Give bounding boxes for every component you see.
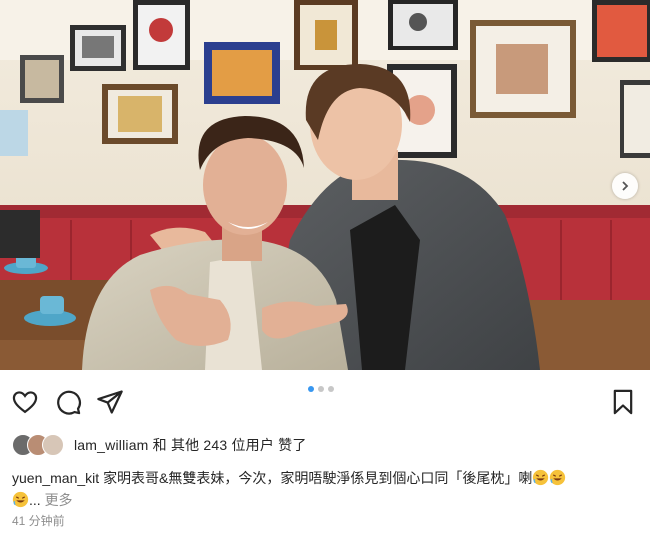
comment-icon[interactable] (54, 388, 82, 416)
rolling-laughing-emoji-icon (550, 469, 566, 486)
rolling-laughing-emoji-icon (12, 491, 29, 508)
likes-suffix: 赞了 (278, 437, 307, 453)
carousel-next-button[interactable] (612, 173, 638, 199)
chevron-right-icon (622, 181, 629, 191)
caption-username[interactable]: yuen_man_kit (12, 470, 99, 486)
likes-connector: 和 (152, 437, 167, 453)
caption-more-link[interactable]: 更多 (45, 492, 73, 508)
carousel-dot-active (308, 386, 314, 392)
likes-summary: lam_william 和 其他 243 位用户 赞了 (12, 433, 307, 457)
carousel-dot (318, 386, 324, 392)
likes-others-link[interactable]: 其他 243 位用户 (171, 437, 274, 453)
carousel-dot (328, 386, 334, 392)
carousel-indicator (308, 386, 334, 392)
caption-ellipsis: ... (29, 492, 41, 508)
heart-icon[interactable] (11, 388, 39, 416)
send-icon[interactable] (96, 388, 124, 416)
post-photo[interactable] (0, 0, 650, 370)
rolling-laughing-emoji-icon (533, 469, 549, 486)
post-timestamp[interactable]: 41 分钟前 (12, 512, 65, 529)
avatar[interactable] (42, 434, 64, 456)
likes-text: lam_william 和 其他 243 位用户 赞了 (74, 435, 307, 455)
bookmark-icon[interactable] (609, 388, 637, 416)
liker-avatars (12, 433, 68, 457)
liker-username[interactable]: lam_william (74, 437, 149, 453)
post-photo-illustration (0, 0, 650, 370)
post-action-bar (0, 378, 650, 424)
post-caption: yuen_man_kit 家明表哥&無雙表妹，今次，家明唔駛淨係見到個心口同「後… (12, 467, 638, 511)
caption-text: 家明表哥&無雙表妹，今次，家明唔駛淨係見到個心口同「後尾枕」喇 (103, 470, 533, 486)
